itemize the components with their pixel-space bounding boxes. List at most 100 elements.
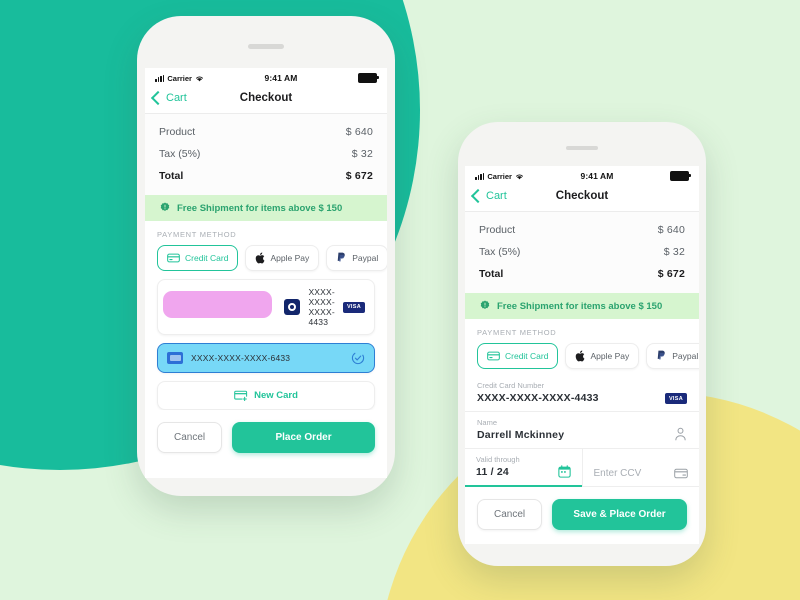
wifi-icon (515, 174, 524, 179)
saved-card-number: XXXX-XXXX-XXXX-4433 (308, 287, 335, 327)
carrier-label: Carrier (167, 73, 192, 83)
clock-label: 9:41 AM (580, 171, 614, 181)
payment-chip-apple-pay[interactable]: Apple Pay (565, 343, 640, 369)
summary-label: Product (159, 126, 196, 138)
cancel-button[interactable]: Cancel (157, 422, 223, 453)
payment-method-chips: Credit Card Apple Pay Paypal (477, 343, 699, 369)
status-bar: Carrier 9:41 AM (145, 68, 387, 86)
add-card-icon (234, 390, 248, 401)
credit-card-form: Credit Card Number XXXX-XXXX-XXXX-4433 V… (465, 375, 699, 487)
summary-amount: $ 640 (345, 126, 373, 138)
payment-chip-label: Credit Card (185, 253, 229, 263)
summary-label: Total (479, 268, 504, 280)
phone-speaker (248, 44, 284, 49)
apple-icon (256, 252, 265, 264)
summary-label: Tax (5%) (479, 246, 521, 258)
expiry-ccv-row: Valid through 11 / 24 Enter CCV (465, 449, 699, 487)
credit-card-icon (167, 253, 180, 263)
summary-amount: $ 672 (345, 170, 373, 182)
paypal-icon (657, 350, 665, 360)
payment-chip-label: Apple Pay (590, 351, 630, 361)
card-number-field[interactable]: Credit Card Number XXXX-XXXX-XXXX-4433 V… (465, 375, 699, 412)
signal-bars-icon (155, 74, 165, 82)
paypal-icon (337, 252, 345, 262)
summary-amount: $ 32 (351, 148, 373, 160)
summary-amount: $ 640 (657, 224, 685, 236)
expiry-field[interactable]: Valid through 11 / 24 (465, 449, 582, 487)
free-shipment-banner: Free Shipment for items above $ 150 (145, 195, 387, 221)
summary-amount: $ 672 (657, 268, 685, 280)
name-value: Darrell Mckinney (477, 429, 565, 441)
summary-label: Total (159, 170, 184, 182)
cardholder-name-field[interactable]: Name Darrell Mckinney (465, 412, 699, 449)
summary-label: Product (479, 224, 516, 236)
back-label: Cart (486, 190, 507, 202)
card-number-label: Credit Card Number (477, 381, 545, 390)
cancel-button[interactable]: Cancel (477, 499, 543, 530)
payment-method-chips: Credit Card Apple Pay Paypal (157, 245, 387, 271)
summary-row-product: Product $ 640 (159, 121, 373, 143)
action-bar: Cancel Save & Place Order (465, 487, 699, 544)
battery-full-icon (358, 73, 379, 83)
ccv-placeholder: Enter CCV (593, 468, 642, 479)
clock-label: 9:41 AM (264, 73, 298, 83)
expiry-label: Valid through (476, 455, 520, 464)
payment-method-label: PAYMENT METHOD (157, 230, 237, 239)
banner-text: Free Shipment for items above $ 150 (177, 202, 343, 214)
alert-badge-icon (160, 202, 170, 211)
payment-chip-label: Paypal (352, 253, 379, 263)
payment-chip-credit-card[interactable]: Credit Card (477, 343, 559, 369)
carrier-label: Carrier (487, 171, 512, 181)
calendar-icon (557, 465, 571, 478)
wifi-icon (195, 76, 204, 81)
order-summary: Product $ 640 Tax (5%) $ 32 Total $ 672 (145, 114, 387, 195)
add-new-card-label: New Card (254, 390, 298, 401)
summary-row-product: Product $ 640 (479, 219, 685, 241)
payment-method-label: PAYMENT METHOD (477, 328, 557, 337)
card-selection-highlight (163, 290, 273, 318)
credit-card-icon (487, 351, 500, 361)
save-and-place-order-button[interactable]: Save & Place Order (552, 499, 687, 530)
summary-row-total: Total $ 672 (159, 165, 373, 187)
back-to-cart-button[interactable]: Cart (470, 188, 507, 204)
saved-cards-list: XXXX-XXXX-XXXX-4433 VISA XXXX-XXXX-XXXX-… (145, 277, 387, 410)
amex-card-icon (284, 299, 301, 315)
signal-bars-icon (475, 172, 485, 180)
order-summary: Product $ 640 Tax (5%) $ 32 Total $ 672 (465, 212, 699, 293)
payment-chip-paypal[interactable]: Paypal (646, 343, 699, 369)
summary-row-total: Total $ 672 (479, 263, 685, 285)
card-number-value: XXXX-XXXX-XXXX-4433 (477, 392, 599, 404)
saved-card-row[interactable]: XXXX-XXXX-XXXX-6433 (157, 343, 375, 373)
mastercard-card-icon (167, 352, 183, 364)
back-label: Cart (166, 92, 187, 104)
navigation-bar: Cart Checkout (145, 86, 387, 114)
payment-chip-apple-pay[interactable]: Apple Pay (245, 245, 320, 271)
payment-chip-label: Apple Pay (270, 253, 310, 263)
phone-screen-left: Carrier 9:41 AM Cart Checkout Product $ … (145, 68, 387, 478)
chevron-left-icon (150, 90, 166, 106)
payment-method-section: PAYMENT METHOD Credit Card Apple Pay Pay… (465, 319, 699, 375)
free-shipment-banner: Free Shipment for items above $ 150 (465, 293, 699, 319)
phone-screen-right: Carrier 9:41 AM Cart Checkout Product $ … (465, 166, 699, 544)
payment-chip-label: Paypal (672, 351, 699, 361)
action-bar: Cancel Place Order (145, 410, 387, 467)
ccv-field[interactable]: Enter CCV (581, 449, 700, 486)
name-label: Name (477, 418, 498, 427)
expiry-value: 11 / 24 (476, 466, 509, 478)
payment-chip-paypal[interactable]: Paypal (326, 245, 387, 271)
check-circle-icon (351, 351, 365, 365)
phone-mockup-right: Carrier 9:41 AM Cart Checkout Product $ … (458, 122, 706, 566)
summary-row-tax: Tax (5%) $ 32 (159, 143, 373, 165)
summary-row-tax: Tax (5%) $ 32 (479, 241, 685, 263)
status-bar: Carrier 9:41 AM (465, 166, 699, 184)
saved-card-row[interactable]: XXXX-XXXX-XXXX-4433 VISA (157, 279, 375, 335)
add-new-card-button[interactable]: New Card (157, 381, 375, 410)
chevron-left-icon (470, 188, 486, 204)
payment-chip-credit-card[interactable]: Credit Card (157, 245, 239, 271)
navigation-bar: Cart Checkout (465, 184, 699, 212)
summary-label: Tax (5%) (159, 148, 201, 160)
back-to-cart-button[interactable]: Cart (150, 90, 187, 106)
place-order-button[interactable]: Place Order (232, 422, 375, 453)
phone-mockup-left: Carrier 9:41 AM Cart Checkout Product $ … (137, 16, 395, 496)
alert-badge-icon (480, 300, 490, 309)
